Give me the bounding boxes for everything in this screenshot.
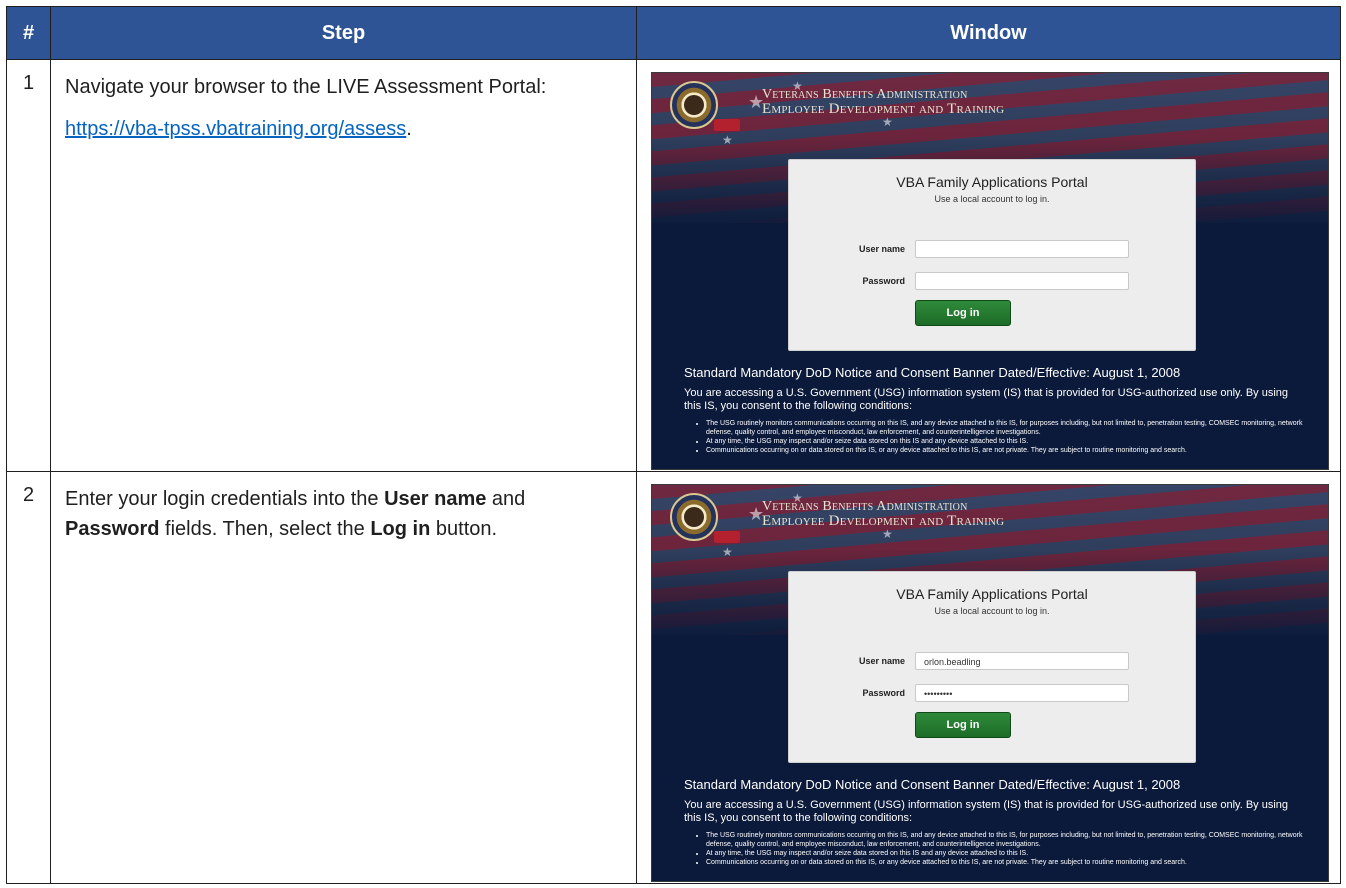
- username-label: User name: [858, 244, 905, 254]
- banner-title: Veterans Benefits Administration Employe…: [762, 87, 1004, 117]
- list-item: Communications occurring on or data stor…: [706, 858, 1326, 867]
- notice-body: You are accessing a U.S. Government (USG…: [684, 387, 1289, 412]
- table-row: 2 Enter your login credentials into the …: [6, 471, 1341, 884]
- banner-title-line2: Employee Development and Training: [762, 513, 1005, 529]
- bold-log-in: Log in: [370, 518, 431, 540]
- username-input[interactable]: orlon.beadling: [915, 652, 1129, 670]
- list-item: At any time, the USG may inspect and/or …: [706, 849, 1326, 858]
- text-run: button.: [430, 518, 498, 540]
- bold-user-name: User name: [384, 488, 487, 510]
- notice-list: The USG routinely monitors communication…: [694, 419, 1326, 455]
- login-card: VBA Family Applications Portal Use a loc…: [788, 571, 1196, 763]
- banner-title-line2: Employee Development and Training: [762, 101, 1005, 117]
- card-subtitle: Use a local account to log in.: [934, 194, 1050, 204]
- text-run: Enter your login credentials into the: [65, 488, 385, 510]
- va-seal-icon: [670, 81, 718, 129]
- step-number: 2: [6, 471, 51, 884]
- notice-title: Standard Mandatory DoD Notice and Consen…: [684, 365, 1181, 380]
- header-window: Window: [636, 6, 1341, 60]
- table-row: 1 Navigate your browser to the LIVE Asse…: [6, 59, 1341, 472]
- login-button[interactable]: Log in: [915, 300, 1011, 326]
- document-page: # Step Window 1 Navigate your browser to…: [0, 0, 1346, 888]
- list-item: Communications occurring on or data stor…: [706, 446, 1326, 455]
- card-title: VBA Family Applications Portal: [896, 586, 1088, 602]
- header-num: #: [6, 6, 51, 60]
- text-run: fields. Then, select the: [159, 518, 371, 540]
- login-button[interactable]: Log in: [915, 712, 1011, 738]
- step-text: Enter your login credentials into the Us…: [50, 471, 637, 884]
- edt-logo-icon: [714, 531, 740, 543]
- portal-screenshot: ★ ★ ★ ★ Veterans Benefits Administration…: [651, 72, 1329, 470]
- va-seal-icon: [670, 493, 718, 541]
- star-icon: ★: [722, 133, 733, 147]
- bold-password: Password: [65, 518, 160, 540]
- step-instruction: Navigate your browser to the LIVE Assess…: [65, 76, 547, 98]
- text-run: and: [486, 488, 526, 510]
- username-input[interactable]: [915, 240, 1129, 258]
- banner-title: Veterans Benefits Administration Employe…: [762, 499, 1004, 529]
- link-suffix: .: [406, 118, 412, 140]
- notice-list: The USG routinely monitors communication…: [694, 831, 1326, 867]
- notice-title: Standard Mandatory DoD Notice and Consen…: [684, 777, 1181, 792]
- list-item: At any time, the USG may inspect and/or …: [706, 437, 1326, 446]
- window-cell: ★ ★ ★ ★ Veterans Benefits Administration…: [636, 59, 1341, 472]
- banner-title-line1: Veterans Benefits Administration: [762, 87, 968, 102]
- login-card: VBA Family Applications Portal Use a loc…: [788, 159, 1196, 351]
- password-input[interactable]: [915, 272, 1129, 290]
- username-label: User name: [858, 656, 905, 666]
- step-number: 1: [6, 59, 51, 472]
- step-instruction: Enter your login credentials into the Us…: [65, 484, 620, 544]
- list-item: The USG routinely monitors communication…: [706, 831, 1326, 849]
- table-header-row: # Step Window: [6, 6, 1341, 60]
- password-input[interactable]: •••••••••: [915, 684, 1129, 702]
- eagle-icon: [684, 95, 704, 115]
- steps-table: # Step Window 1 Navigate your browser to…: [6, 6, 1341, 884]
- assessment-portal-link[interactable]: https://vba-tpss.vbatraining.org/assess: [65, 118, 406, 140]
- password-label: Password: [862, 688, 905, 698]
- notice-body: You are accessing a U.S. Government (USG…: [684, 799, 1289, 824]
- star-icon: ★: [722, 545, 733, 559]
- portal-screenshot-filled: ★ ★ ★ ★ Veterans Benefits Administration…: [651, 484, 1329, 882]
- eagle-icon: [684, 507, 704, 527]
- banner-title-line1: Veterans Benefits Administration: [762, 499, 968, 514]
- step-text: Navigate your browser to the LIVE Assess…: [50, 59, 637, 472]
- card-title: VBA Family Applications Portal: [896, 174, 1088, 190]
- window-cell: ★ ★ ★ ★ Veterans Benefits Administration…: [636, 471, 1341, 884]
- step-link-paragraph: https://vba-tpss.vbatraining.org/assess.: [65, 114, 620, 144]
- card-subtitle: Use a local account to log in.: [934, 606, 1050, 616]
- password-label: Password: [862, 276, 905, 286]
- edt-logo-icon: [714, 119, 740, 131]
- header-step: Step: [50, 6, 637, 60]
- list-item: The USG routinely monitors communication…: [706, 419, 1326, 437]
